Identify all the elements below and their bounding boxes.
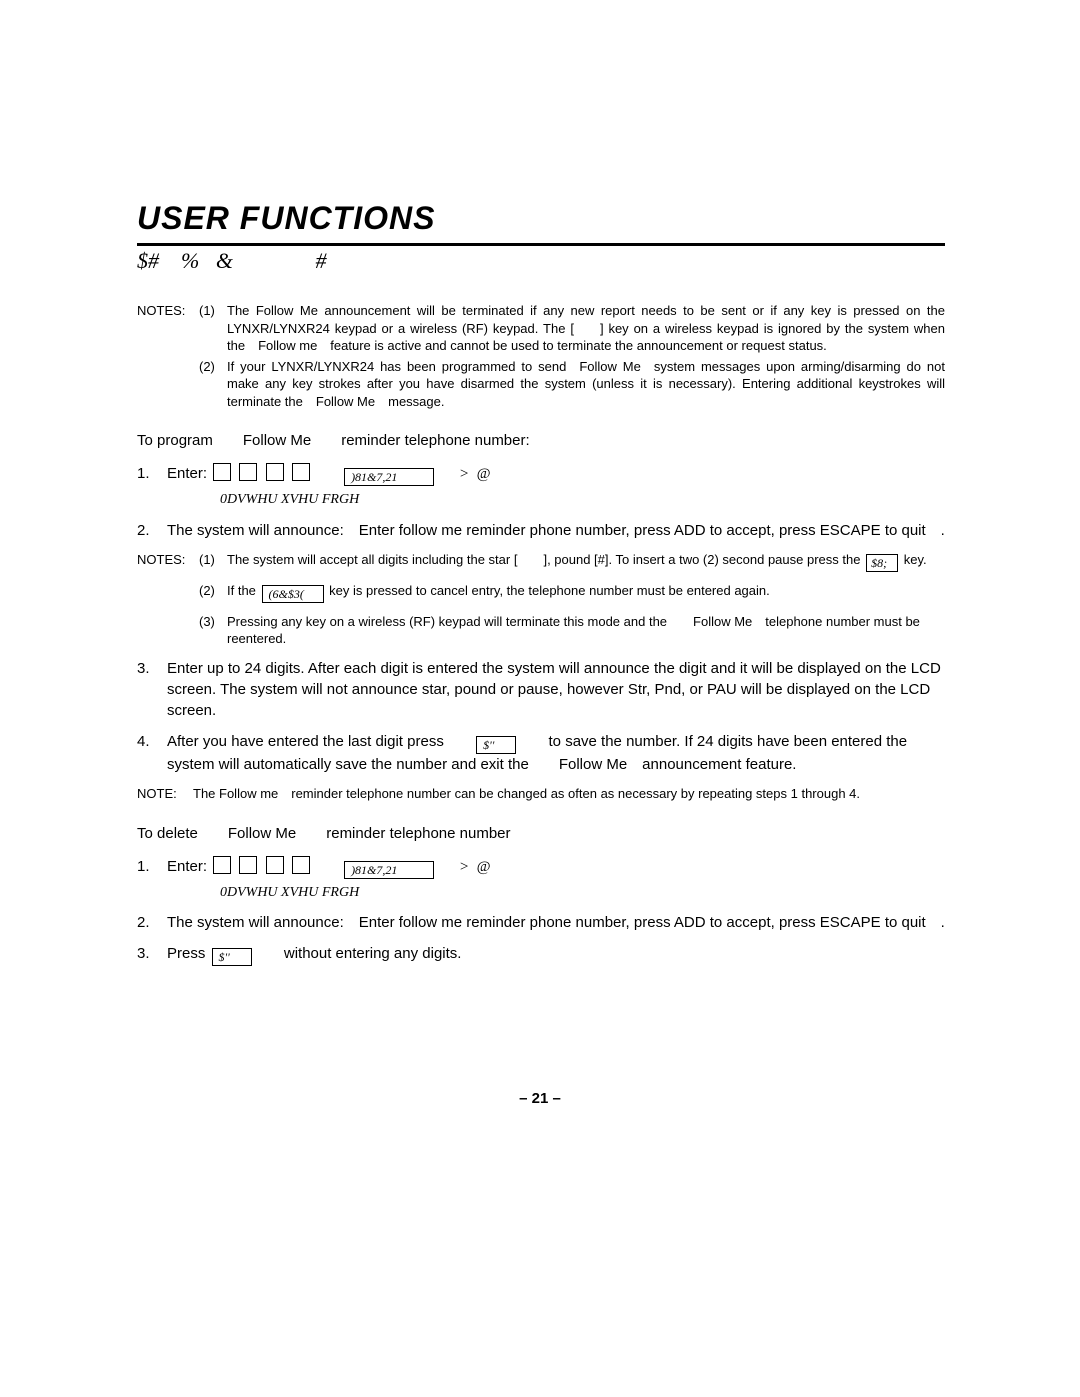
code-digit-box (213, 463, 231, 481)
notes-index: (3) (199, 613, 227, 648)
program-step-2: 2. The system will announce: Enter follo… (137, 520, 945, 541)
code-digit-box (213, 856, 231, 874)
delete-step-2: 2. The system will announce: Enter follo… (137, 912, 945, 933)
master-user-code-label: 0DVWHU XVHU FRGH (220, 883, 945, 903)
enter-label: Enter: (167, 465, 207, 482)
notes-top-item-2: (2) If your LYNXR/LYNXR24 has been progr… (137, 358, 945, 411)
notes-label: NOTES: (137, 551, 199, 572)
step-number: 2. (137, 912, 167, 933)
code-digit-box (239, 856, 257, 874)
page-content: USER FUNCTIONS $# % & # NOTES: (1) The F… (0, 0, 1080, 1397)
notes-inner-item-2: (2) If the (6&$3( key is pressed to canc… (137, 582, 945, 603)
enter-label: Enter: (167, 858, 207, 875)
code-digit-box (292, 463, 310, 481)
notes-text: Pressing any key on a wireless (RF) keyp… (227, 613, 945, 648)
notes-index: (1) (199, 302, 227, 355)
step-number: 1. (137, 856, 167, 903)
note-final: NOTE: The Follow me reminder telephone n… (137, 785, 945, 803)
code-digit-box (292, 856, 310, 874)
add-key: $'' (476, 736, 516, 754)
step-body: Press $'' without entering any digits. (167, 943, 945, 966)
notes-inner-item-1: NOTES: (1) The system will accept all di… (137, 551, 945, 572)
notes-text: The system will accept all digits includ… (227, 551, 945, 572)
step-body: Enter up to 24 digits. After each digit … (167, 658, 945, 721)
code-digit-box (239, 463, 257, 481)
program-step-4: 4. After you have entered the last digit… (137, 731, 945, 775)
delete-heading: To delete Follow Me reminder telephone n… (137, 825, 945, 842)
add-key: $'' (212, 948, 252, 966)
notes-text: The Follow Me announcement will be termi… (227, 302, 945, 355)
key-suffix: > @ (440, 466, 490, 482)
delete-step-1: 1. Enter: )81&7,21 > @ 0DVWHU XVHU FRGH (137, 856, 945, 903)
delete-step-3: 3. Press $'' without entering any digits… (137, 943, 945, 966)
step-body: Enter: )81&7,21 > @ 0DVWHU XVHU FRGH (167, 856, 945, 903)
step-body: The system will announce: Enter follow m… (167, 912, 945, 933)
aux-key: $8; (866, 554, 898, 572)
program-heading: To program Follow Me reminder telephone … (137, 432, 945, 449)
function-key: )81&7,21 (344, 468, 434, 486)
page-title: USER FUNCTIONS (137, 200, 945, 237)
step-number: 3. (137, 658, 167, 721)
note-label: NOTE: (137, 785, 193, 803)
notes-top-item-1: NOTES: (1) The Follow Me announcement wi… (137, 302, 945, 355)
notes-index: (2) (199, 358, 227, 411)
step-body: After you have entered the last digit pr… (167, 731, 945, 775)
page-number: – 21 – (0, 1090, 1080, 1107)
program-step-3: 3. Enter up to 24 digits. After each dig… (137, 658, 945, 721)
function-key: )81&7,21 (344, 861, 434, 879)
title-rule (137, 243, 945, 246)
key-suffix: > @ (440, 859, 490, 875)
step-number: 2. (137, 520, 167, 541)
step-body: The system will announce: Enter follow m… (167, 520, 945, 541)
master-user-code-label: 0DVWHU XVHU FRGH (220, 490, 945, 510)
notes-index: (2) (199, 582, 227, 603)
notes-inner: NOTES: (1) The system will accept all di… (137, 551, 945, 648)
step-number: 3. (137, 943, 167, 966)
code-digit-box (266, 856, 284, 874)
notes-index: (1) (199, 551, 227, 572)
notes-label: NOTES: (137, 302, 199, 355)
notes-inner-item-3: (3) Pressing any key on a wireless (RF) … (137, 613, 945, 648)
program-step-1: 1. Enter: )81&7,21 > @ 0DVWHU XVHU FRGH (137, 463, 945, 510)
page-subtitle: $# % & # (137, 248, 945, 274)
note-text: The Follow me reminder telephone number … (193, 785, 945, 803)
step-number: 1. (137, 463, 167, 510)
escape-key: (6&$3( (262, 585, 324, 603)
notes-top: NOTES: (1) The Follow Me announcement wi… (137, 302, 945, 410)
step-body: Enter: )81&7,21 > @ 0DVWHU XVHU FRGH (167, 463, 945, 510)
notes-text: If your LYNXR/LYNXR24 has been programme… (227, 358, 945, 411)
notes-text: If the (6&$3( key is pressed to cancel e… (227, 582, 945, 603)
code-digit-box (266, 463, 284, 481)
step-number: 4. (137, 731, 167, 775)
